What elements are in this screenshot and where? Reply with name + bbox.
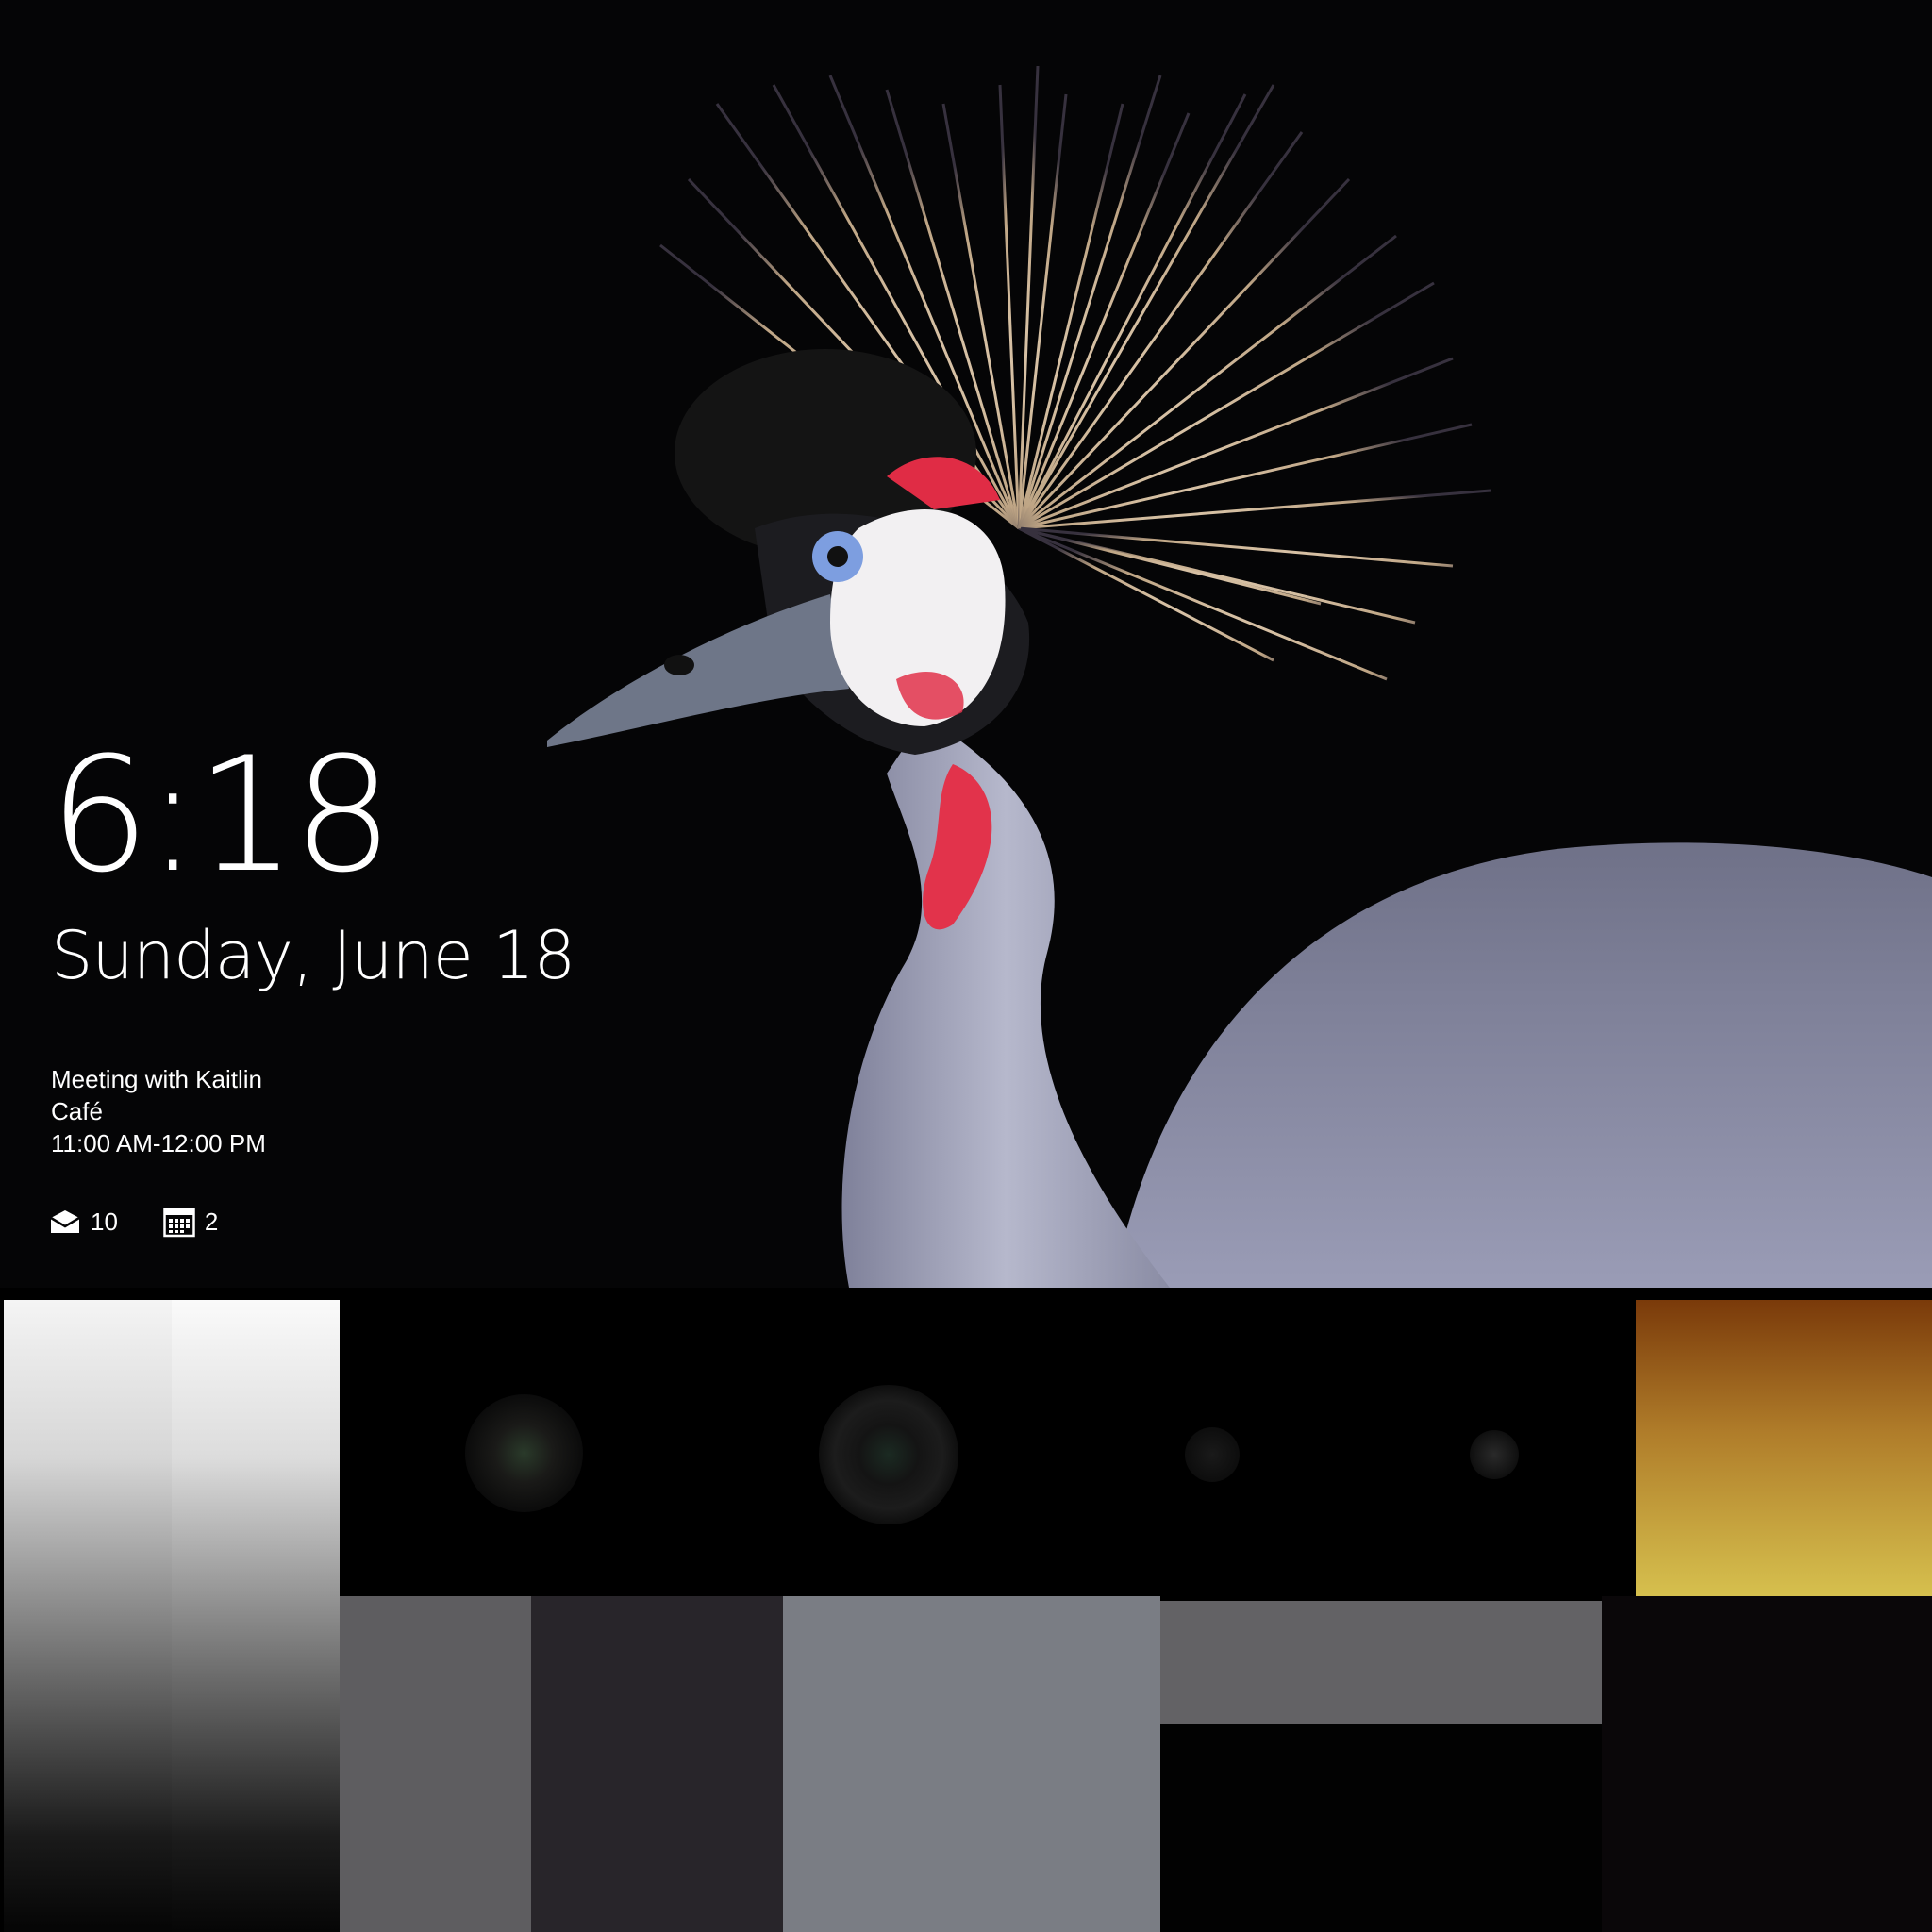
gradient-strip-right xyxy=(172,1300,340,1932)
black-swatch-2 xyxy=(1602,1596,1932,1932)
mail-count: 10 xyxy=(91,1207,118,1236)
camera-lens-2 xyxy=(819,1385,958,1524)
grey-swatch-4 xyxy=(1160,1601,1602,1724)
event-location: Café xyxy=(51,1097,103,1125)
grey-swatch-3 xyxy=(783,1596,1160,1932)
camera-sensor-2 xyxy=(1470,1430,1519,1479)
clock-time: 6:18 xyxy=(49,723,393,908)
calendar-icon xyxy=(163,1208,195,1238)
calendar-badge: 2 xyxy=(163,1206,218,1238)
calendar-event: Meeting with Kaitlin Café 11:00 AM-12:00… xyxy=(51,1063,266,1159)
mail-badge: 10 xyxy=(49,1208,118,1237)
lock-screen: 6:18 Sunday, June 18 Meeting with Kaitli… xyxy=(0,0,1932,1288)
grey-swatch-1 xyxy=(340,1596,531,1932)
camera-sensor-1 xyxy=(1185,1427,1240,1482)
black-swatch-1 xyxy=(1160,1724,1602,1932)
calendar-count: 2 xyxy=(204,1207,219,1236)
event-time-range: 11:00 AM-12:00 PM xyxy=(51,1129,266,1158)
camera-lens-1 xyxy=(465,1394,583,1512)
grey-swatch-2 xyxy=(531,1596,783,1932)
gradient-strip-left xyxy=(4,1300,172,1932)
crowned-crane-wallpaper xyxy=(547,65,1932,1288)
notification-badges: 10 2 xyxy=(49,1206,263,1238)
clock-date: Sunday, June 18 xyxy=(51,917,575,994)
mail-icon xyxy=(50,1210,80,1233)
gold-gradient-swatch xyxy=(1636,1300,1932,1596)
event-title: Meeting with Kaitlin xyxy=(51,1065,262,1093)
